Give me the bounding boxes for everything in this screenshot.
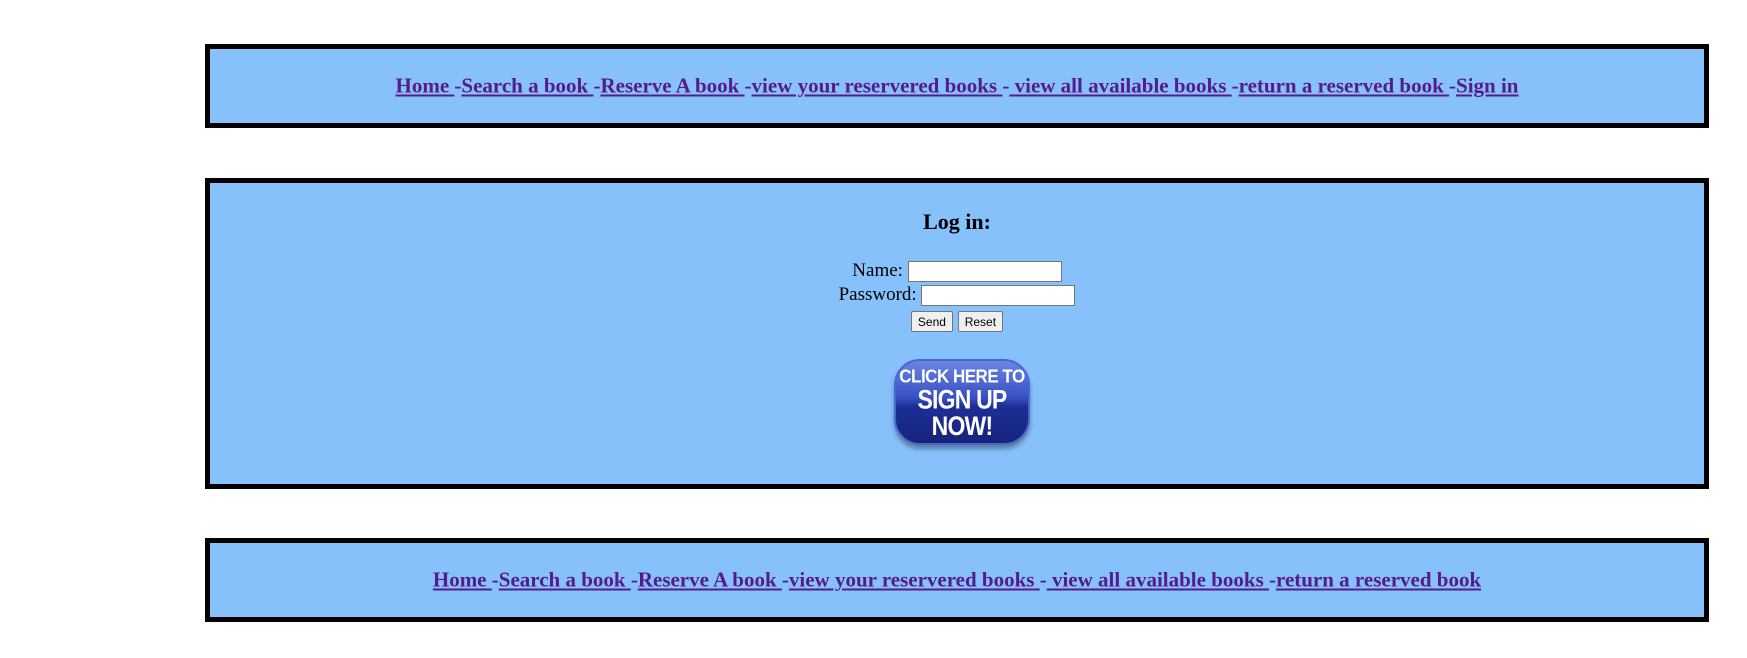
password-input[interactable] (921, 285, 1076, 307)
nav-link-return-reserved-book[interactable]: return a reserved book (1276, 568, 1481, 592)
sign-up-now-button[interactable]: CLICK HERE TO SIGN UP NOW! (894, 359, 1030, 445)
nav-separator: - (491, 567, 499, 592)
nav-separator: - (781, 567, 789, 592)
nav-link-search-book[interactable]: Search a book (499, 568, 631, 592)
login-title: Log in: (923, 209, 991, 234)
nav-separator: - (744, 73, 752, 98)
login-panel: Log in: Name: Password: Send Reset CLICK… (205, 178, 1709, 489)
name-row: Name: (210, 259, 1704, 283)
bottom-nav: Home -Search a book -Reserve A book -vie… (210, 568, 1704, 593)
nav-link-view-available-books[interactable]: view all available books (1047, 568, 1269, 592)
nav-link-home[interactable]: Home (433, 568, 492, 592)
name-input[interactable] (907, 261, 1062, 283)
nav-link-view-reserved-books[interactable]: view your reservered books (752, 74, 1003, 98)
name-label: Name: (852, 260, 903, 281)
reset-button[interactable]: Reset (957, 311, 1004, 333)
top-nav-panel: Home -Search a book -Reserve A book -vie… (205, 44, 1709, 128)
nav-separator: - (1449, 73, 1457, 98)
nav-link-return-reserved-book[interactable]: return a reserved book (1239, 74, 1449, 98)
bottom-nav-panel: Home -Search a book -Reserve A book -vie… (205, 538, 1709, 622)
password-row: Password: (210, 283, 1704, 307)
nav-link-home[interactable]: Home (396, 74, 455, 98)
nav-link-search-book[interactable]: Search a book (461, 74, 593, 98)
nav-link-reserve-book[interactable]: Reserve A book (638, 568, 782, 592)
nav-separator: - (1269, 567, 1276, 592)
nav-link-reserve-book[interactable]: Reserve A book (600, 74, 744, 98)
nav-link-sign-in[interactable]: Sign in (1456, 74, 1518, 98)
nav-separator: - (630, 567, 638, 592)
password-label: Password: (838, 284, 917, 305)
sign-up-line1: CLICK HERE TO (899, 366, 1025, 387)
form-buttons-row: Send Reset (210, 309, 1704, 333)
send-button[interactable]: Send (910, 311, 953, 333)
nav-separator: - (1231, 73, 1239, 98)
nav-separator: - (1039, 567, 1047, 592)
nav-link-view-reserved-books[interactable]: view your reservered books (789, 568, 1040, 592)
nav-link-view-available-books[interactable]: view all available books (1009, 74, 1231, 98)
top-nav: Home -Search a book -Reserve A book -vie… (210, 74, 1704, 99)
sign-up-line2: SIGN UP NOW! (917, 384, 1008, 441)
